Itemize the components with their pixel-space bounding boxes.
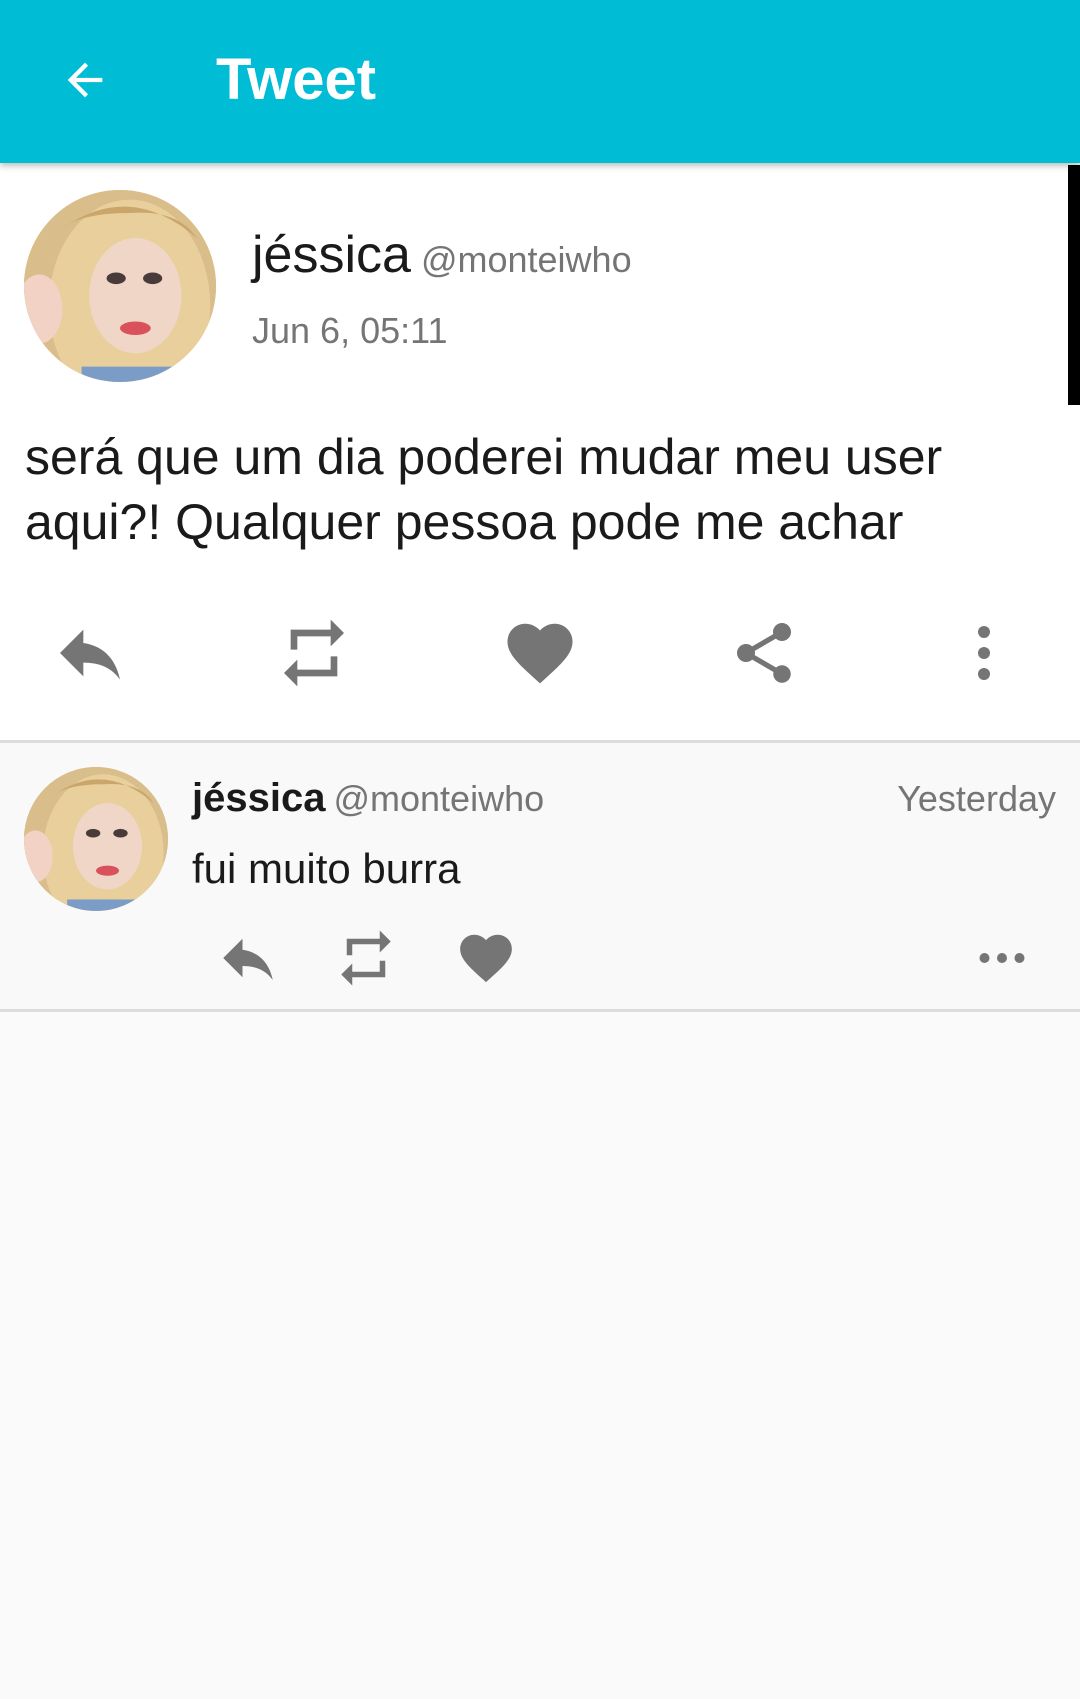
like-icon xyxy=(460,934,512,983)
main-tweet: jéssica @monteiwho Jun 6, 05:11 será que … xyxy=(0,163,1080,743)
reply-icon xyxy=(223,938,273,980)
more-vertical-icon xyxy=(978,626,990,680)
author-handle[interactable]: @monteiwho xyxy=(421,239,632,280)
app-bar: Tweet xyxy=(0,0,1080,163)
retweet-button[interactable] xyxy=(326,923,406,993)
avatar-image xyxy=(24,190,216,382)
scrollbar[interactable] xyxy=(1068,165,1080,405)
retweet-button[interactable] xyxy=(264,603,364,703)
tweet-text: será que um dia poderei mudar meu user a… xyxy=(25,429,943,550)
tweet-actions xyxy=(0,603,1080,703)
author-handle[interactable]: @monteiwho xyxy=(333,778,544,819)
reply-button[interactable] xyxy=(208,923,288,993)
reply-button[interactable] xyxy=(40,603,140,703)
page-title: Tweet xyxy=(216,47,377,112)
reply-actions xyxy=(0,923,1080,993)
like-icon xyxy=(507,623,573,684)
avatar[interactable] xyxy=(24,190,216,382)
reply-text: fui muito burra xyxy=(192,845,461,892)
author-name[interactable]: jéssica xyxy=(252,226,411,284)
reply-timestamp: Yesterday xyxy=(897,778,1056,819)
reply-icon xyxy=(60,629,120,680)
share-button[interactable] xyxy=(714,603,814,703)
back-button[interactable] xyxy=(40,40,130,120)
retweet-icon xyxy=(284,619,344,687)
avatar[interactable] xyxy=(24,767,168,911)
author-name[interactable]: jéssica xyxy=(192,776,325,820)
reply-author-row: jéssica @monteiwho xyxy=(192,773,544,824)
reply-tweet[interactable]: jéssica @monteiwho Yesterday fui muito bu… xyxy=(0,743,1080,1012)
like-button[interactable] xyxy=(446,923,526,993)
more-horizontal-icon xyxy=(979,953,1025,963)
like-button[interactable] xyxy=(490,603,590,703)
author-name-row: jéssica @monteiwho xyxy=(252,225,632,290)
more-button[interactable] xyxy=(962,923,1042,993)
tweet-timestamp: Jun 6, 05:11 xyxy=(252,310,448,351)
more-button[interactable] xyxy=(934,603,1034,703)
retweet-icon xyxy=(341,930,391,986)
avatar-image xyxy=(24,767,168,911)
arrow-back-icon xyxy=(67,62,103,98)
share-icon xyxy=(737,623,791,683)
